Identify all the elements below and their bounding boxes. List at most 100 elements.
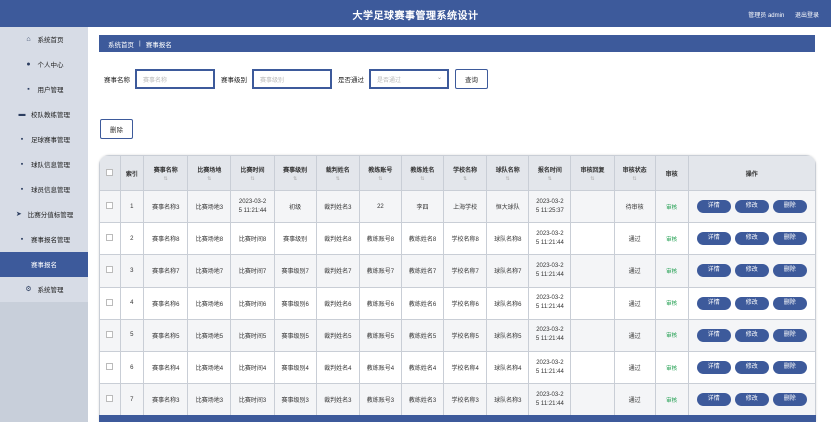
delete-button[interactable]: 删除 (772, 264, 807, 278)
delete-button[interactable]: 删除 (772, 328, 807, 342)
detail-button[interactable]: 详情 (696, 328, 731, 342)
audit-link[interactable]: 审核 (666, 269, 677, 275)
detail-button[interactable]: 详情 (696, 393, 731, 407)
delete-button[interactable]: 删除 (772, 296, 807, 310)
detail-button[interactable]: 详情 (696, 296, 731, 310)
row-checkbox[interactable] (106, 266, 114, 274)
column-header[interactable]: 操作 (687, 155, 816, 191)
sort-icon[interactable]: ⇅ (615, 176, 654, 182)
breadcrumb-home[interactable]: 系统首页 (108, 39, 134, 49)
sidebar-item-6[interactable]: ▪ 球员信息管理 (0, 177, 88, 202)
sort-icon[interactable]: ⇅ (275, 176, 315, 182)
breadcrumb-separator: | (139, 40, 141, 47)
delete-button[interactable]: 删除 (772, 200, 807, 214)
column-header[interactable]: 比赛场地 ⇅ (187, 155, 232, 191)
sort-icon[interactable]: ⇅ (189, 176, 230, 182)
column-header[interactable]: 报名时间 ⇅ (528, 155, 572, 191)
row-checkbox[interactable] (106, 330, 114, 338)
column-header[interactable]: 球队名称 ⇅ (486, 155, 530, 191)
sidebar-item-0[interactable]: ⌂ 系统首页 (0, 27, 88, 52)
table-cell: 比赛场地5 (187, 318, 232, 352)
column-header[interactable]: 审核状态 ⇅ (613, 155, 656, 191)
column-header[interactable]: 比赛时间 ⇅ (230, 155, 275, 191)
select-all-checkbox[interactable] (106, 168, 114, 176)
detail-button[interactable]: 详情 (696, 232, 731, 246)
column-header[interactable]: 审核 (654, 155, 689, 191)
column-header-label: 比赛时间 (240, 167, 265, 174)
sort-icon[interactable]: ⇅ (445, 176, 486, 182)
detail-button[interactable]: 详情 (696, 361, 731, 375)
table-header-row: 索引 赛事名称 ⇅ 比赛场地 ⇅ 比赛时间 ⇅ 赛事级别 ⇅ 裁判姓名 ⇅ 教练账号 ⇅ 教练姓名 ⇅ 学校名… (99, 155, 816, 191)
event-level-input-placeholder[interactable]: 赛事级别 (254, 71, 330, 87)
sidebar-item-4[interactable]: ▪ 足球赛事管理 (0, 127, 88, 152)
sidebar-item-9[interactable]: 赛事报名 (0, 252, 88, 277)
delete-button[interactable]: 删除 (772, 393, 807, 407)
detail-button[interactable]: 详情 (696, 264, 731, 278)
event-name-input[interactable]: 赛事名称 (135, 69, 215, 89)
audit-link[interactable]: 审核 (666, 398, 677, 404)
logout-link[interactable]: 退出登录 (795, 13, 819, 19)
sidebar-item-5[interactable]: ▪ 球队信息管理 (0, 152, 88, 177)
pass-status-select[interactable]: 是否通过 ⌄ (369, 69, 449, 89)
column-header[interactable]: 赛事级别 ⇅ (273, 155, 317, 191)
edit-button[interactable]: 修改 (734, 232, 769, 246)
audit-link[interactable]: 审核 (666, 237, 677, 243)
main-content: 系统首页 | 赛事报名 赛事名称 赛事名称 赛事级别 赛事级别 是否通过 是否通… (88, 27, 831, 422)
sort-icon[interactable]: ⇅ (145, 176, 187, 182)
row-checkbox[interactable] (106, 363, 114, 371)
event-name-label: 赛事名称 (104, 77, 130, 84)
sidebar-item-3[interactable]: ▬ 校队教练管理 (0, 102, 88, 127)
batch-delete-button[interactable]: 删除 (100, 119, 133, 139)
row-select-cell (99, 318, 121, 352)
event-name-input-placeholder[interactable]: 赛事名称 (137, 71, 213, 87)
sidebar-item-1[interactable]: ● 个人中心 (0, 52, 88, 77)
row-checkbox[interactable] (106, 298, 114, 306)
row-checkbox[interactable] (106, 234, 114, 242)
row-checkbox[interactable] (106, 202, 114, 210)
sort-icon[interactable]: ⇅ (530, 176, 570, 182)
edit-button[interactable]: 修改 (734, 296, 769, 310)
sidebar-item-2[interactable]: ▪ 用户管理 (0, 77, 88, 102)
table-cell: 裁判姓名7 (315, 254, 360, 288)
detail-button[interactable]: 详情 (696, 200, 731, 214)
table-cell: 比赛场地3 (187, 383, 232, 417)
audit-link[interactable]: 审核 (666, 205, 677, 211)
column-header[interactable]: 教练姓名 ⇅ (400, 155, 445, 191)
column-header[interactable]: 学校名称 ⇅ (443, 155, 488, 191)
row-checkbox[interactable] (106, 395, 114, 403)
sort-icon[interactable]: ⇅ (317, 176, 358, 182)
sidebar-item-7[interactable]: ➤ 比赛分值标管理 (0, 202, 88, 227)
sort-icon[interactable]: ⇅ (572, 176, 613, 182)
bottom-strip (99, 415, 816, 422)
column-header[interactable]: 审核回复 ⇅ (570, 155, 615, 191)
top-header-bar: 大学足球赛事管理系统设计 管理员 admin 退出登录 (0, 0, 831, 27)
edit-button[interactable]: 修改 (734, 328, 769, 342)
sort-icon[interactable]: ⇅ (232, 176, 273, 182)
sidebar-item-8[interactable]: ▪ 赛事报名管理 (0, 227, 88, 252)
admin-user-label[interactable]: 管理员 admin (748, 13, 784, 19)
sidebar-item-10[interactable]: ⚙ 系统管理 (0, 277, 88, 302)
audit-link[interactable]: 审核 (666, 333, 677, 339)
sort-icon[interactable]: ⇅ (402, 176, 442, 182)
sort-icon[interactable]: ⇅ (360, 176, 400, 182)
audit-link[interactable]: 审核 (666, 366, 677, 372)
edit-button[interactable]: 修改 (734, 200, 769, 214)
edit-button[interactable]: 修改 (734, 264, 769, 278)
delete-button[interactable]: 删除 (772, 232, 807, 246)
edit-button[interactable]: 修改 (734, 393, 769, 407)
query-button[interactable]: 查询 (455, 69, 488, 89)
audit-link[interactable]: 审核 (666, 301, 677, 307)
sort-icon[interactable]: ⇅ (488, 176, 528, 182)
column-header[interactable]: 裁判姓名 ⇅ (315, 155, 360, 191)
pass-status-select-box[interactable]: 是否通过 ⌄ (371, 71, 447, 87)
delete-button[interactable]: 删除 (772, 361, 807, 375)
table-cell: 2 (119, 222, 145, 256)
column-header[interactable]: 教练账号 ⇅ (358, 155, 402, 191)
column-header[interactable]: 赛事名称 ⇅ (143, 155, 189, 191)
ticket-icon: ▬ (18, 110, 26, 118)
table-body: 1 赛事名称3 比赛场地3 2023-03-2 5 11:21:44 初级 裁判姓名3 22… (99, 189, 816, 417)
column-header[interactable]: 索引 (119, 155, 145, 191)
event-level-input[interactable]: 赛事级别 (252, 69, 332, 89)
edit-button[interactable]: 修改 (734, 361, 769, 375)
sidebar: ⌂ 系统首页 ● 个人中心 ▪ 用户管理 ▬ 校队教练管理 ▪ 足球赛事管理 ▪ 球队信息管理 ▪ 球员信… (0, 27, 88, 422)
